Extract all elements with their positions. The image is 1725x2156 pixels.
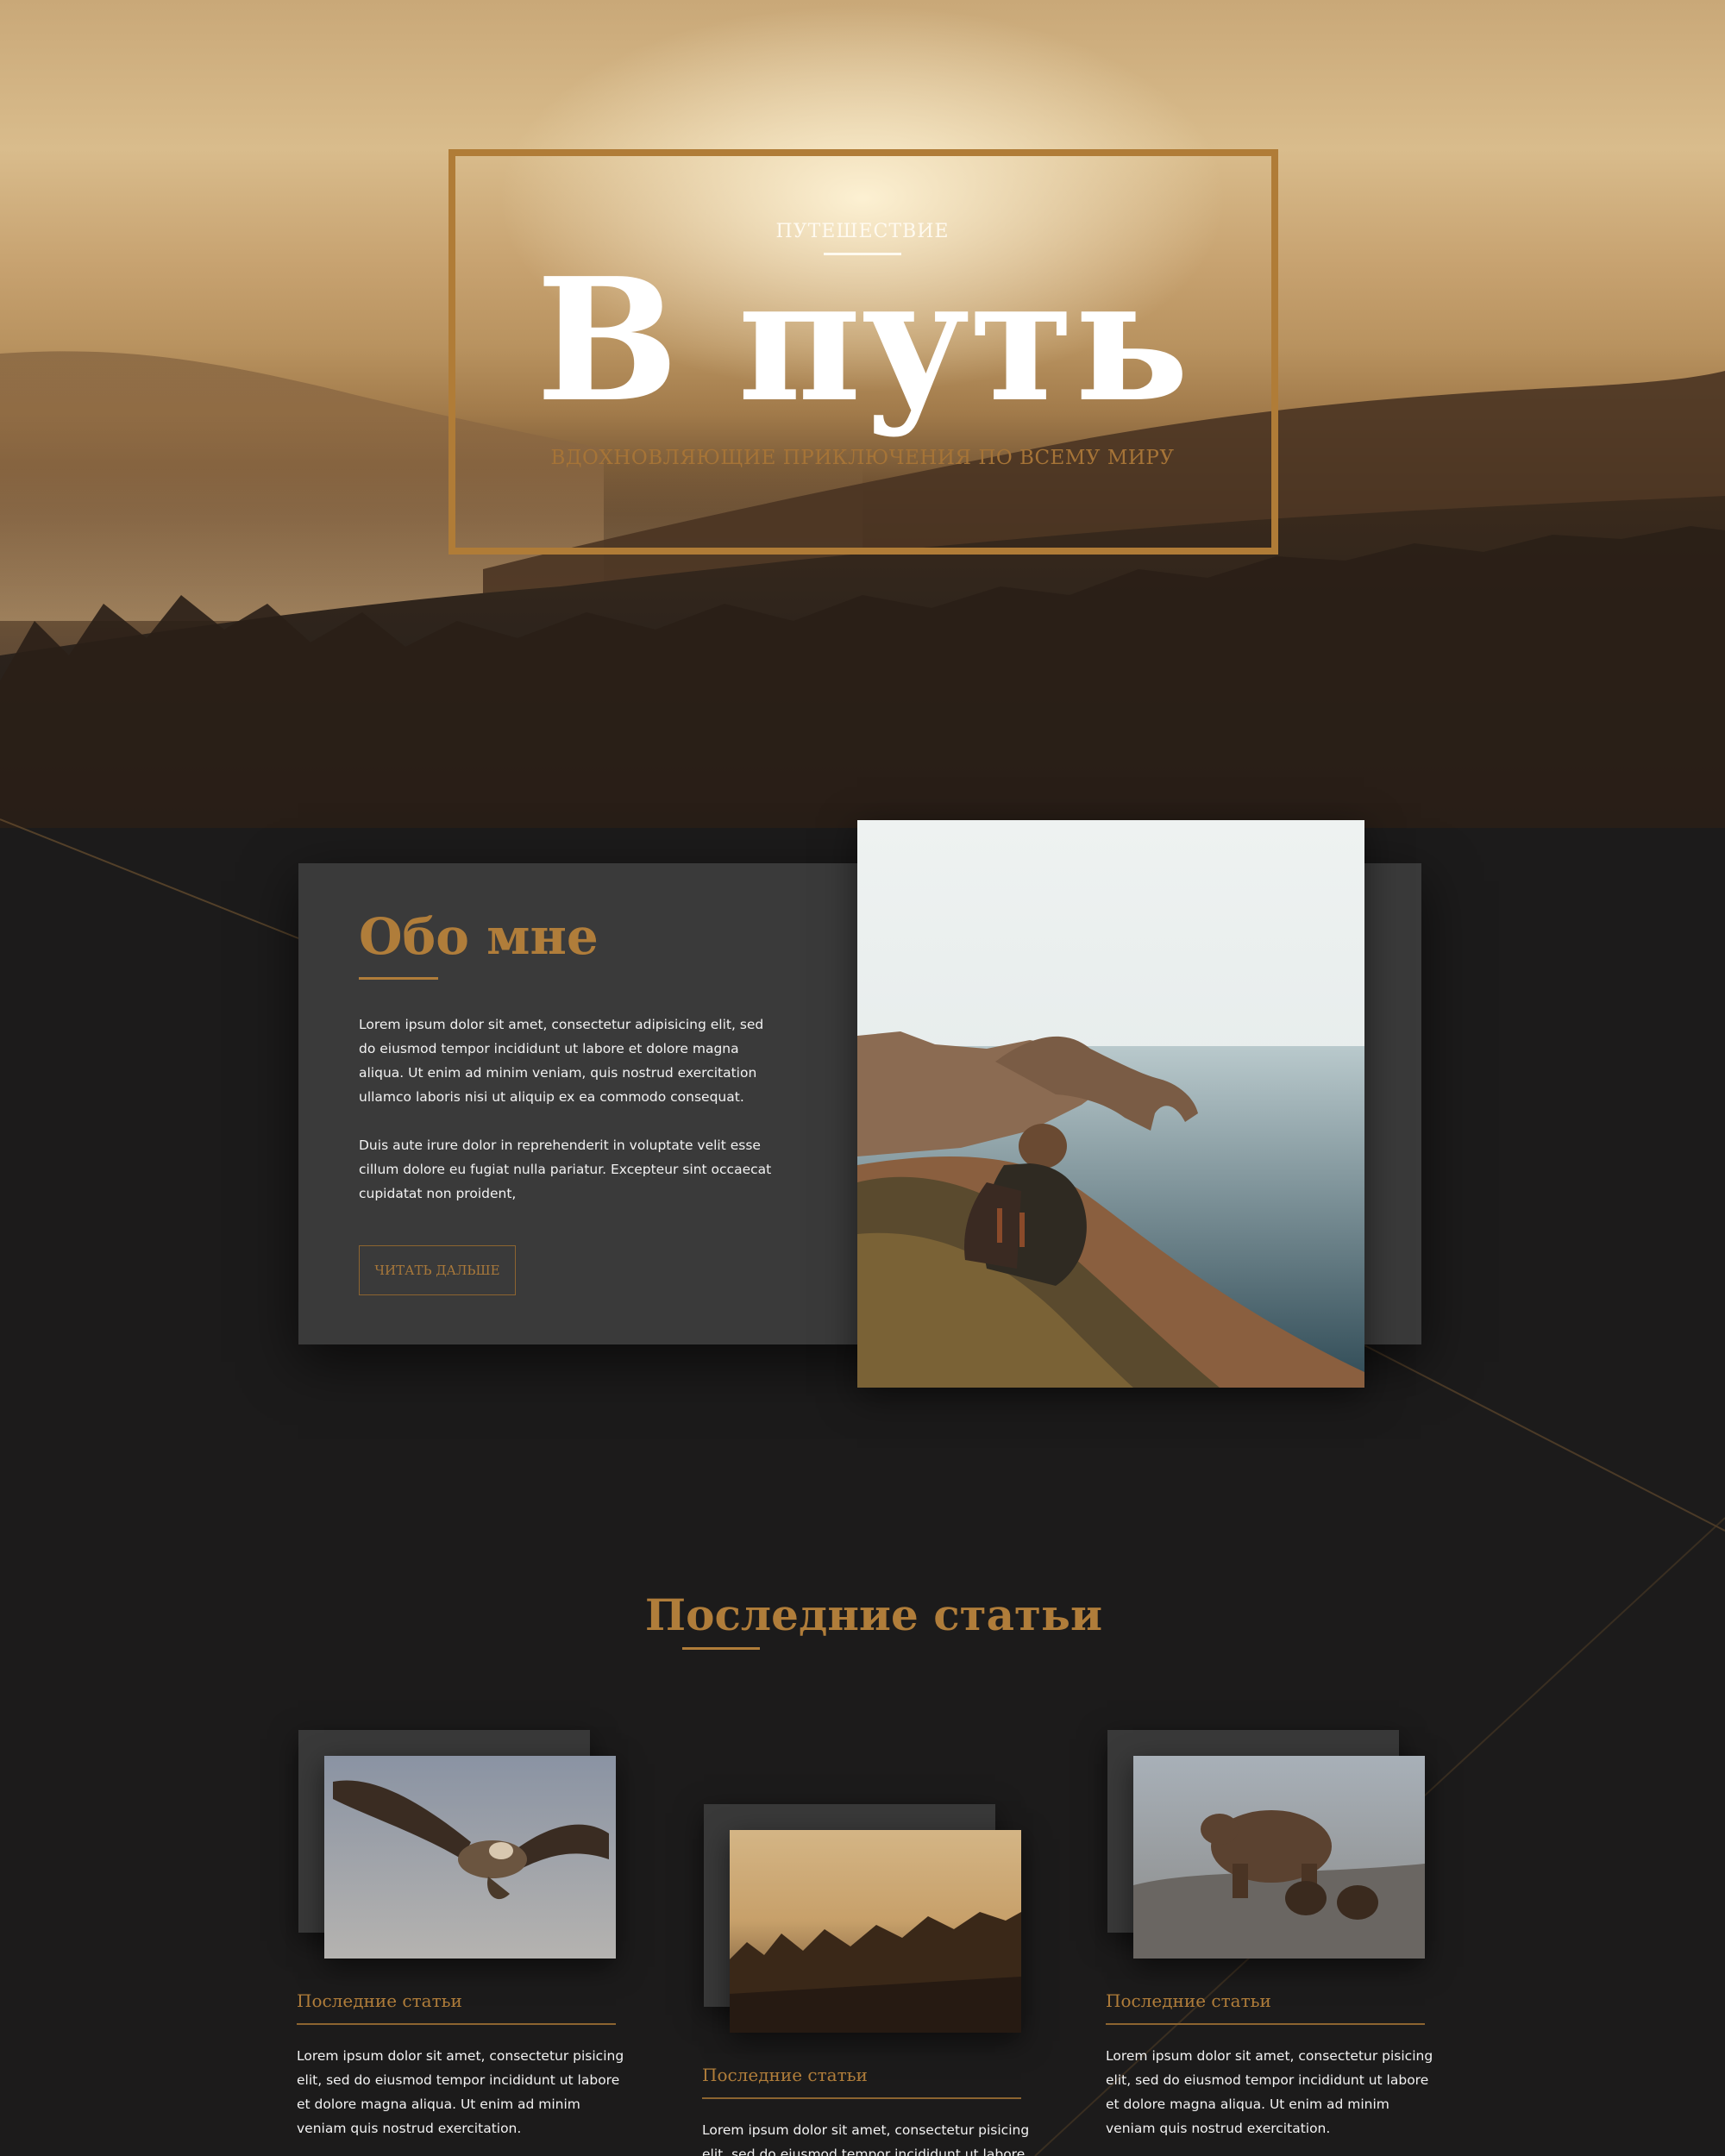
article-1-divider [297, 2023, 616, 2025]
article-2-image[interactable] [730, 1830, 1021, 2033]
article-1-image[interactable] [324, 1756, 616, 1959]
bear-photo [1133, 1756, 1425, 1959]
about-paragraph-2: Duis aute irure dolor in reprehenderit i… [359, 1138, 772, 1201]
article-2-divider [702, 2097, 1021, 2099]
about-title: Обо мне [359, 907, 599, 966]
article-2-title[interactable]: Последние статьи [702, 2065, 868, 2085]
about-paragraph-1: Lorem ipsum dolor sit amet, consectetur … [359, 1017, 764, 1105]
hero-tagline: ВДОХНОВЛЯЮЩИЕ ПРИКЛЮЧЕНИЯ ПО ВСЕМУ МИРУ [550, 447, 1175, 469]
hero-title: В путь [536, 241, 1189, 440]
forest-sunset-photo [730, 1830, 1021, 2033]
articles-section-title: Последние статьи [644, 1589, 1103, 1640]
about-photo [857, 820, 1364, 1388]
read-more-button[interactable]: ЧИТАТЬ ДАЛЬШЕ [359, 1245, 516, 1295]
hero-kicker: ПУТЕШЕСТВИЕ [775, 221, 950, 242]
article-3-divider [1106, 2023, 1425, 2025]
article-1-excerpt: Lorem ipsum dolor sit amet, consectetur … [297, 2048, 624, 2136]
article-3-image[interactable] [1133, 1756, 1425, 1959]
about-title-underline [359, 977, 438, 980]
article-3-title[interactable]: Последние статьи [1106, 1990, 1271, 2011]
articles-title-underline [682, 1647, 760, 1650]
eagle-photo [324, 1756, 616, 1959]
article-3-excerpt: Lorem ipsum dolor sit amet, consectetur … [1106, 2048, 1433, 2136]
article-1-title[interactable]: Последние статьи [297, 1990, 462, 2011]
article-2-excerpt: Lorem ipsum dolor sit amet, consectetur … [702, 2122, 1030, 2156]
hiker-coast-photo [857, 820, 1364, 1388]
hero-section: ПУТЕШЕСТВИЕ В путь ВДОХНОВЛЯЮЩИЕ ПРИКЛЮЧ… [0, 0, 1725, 828]
